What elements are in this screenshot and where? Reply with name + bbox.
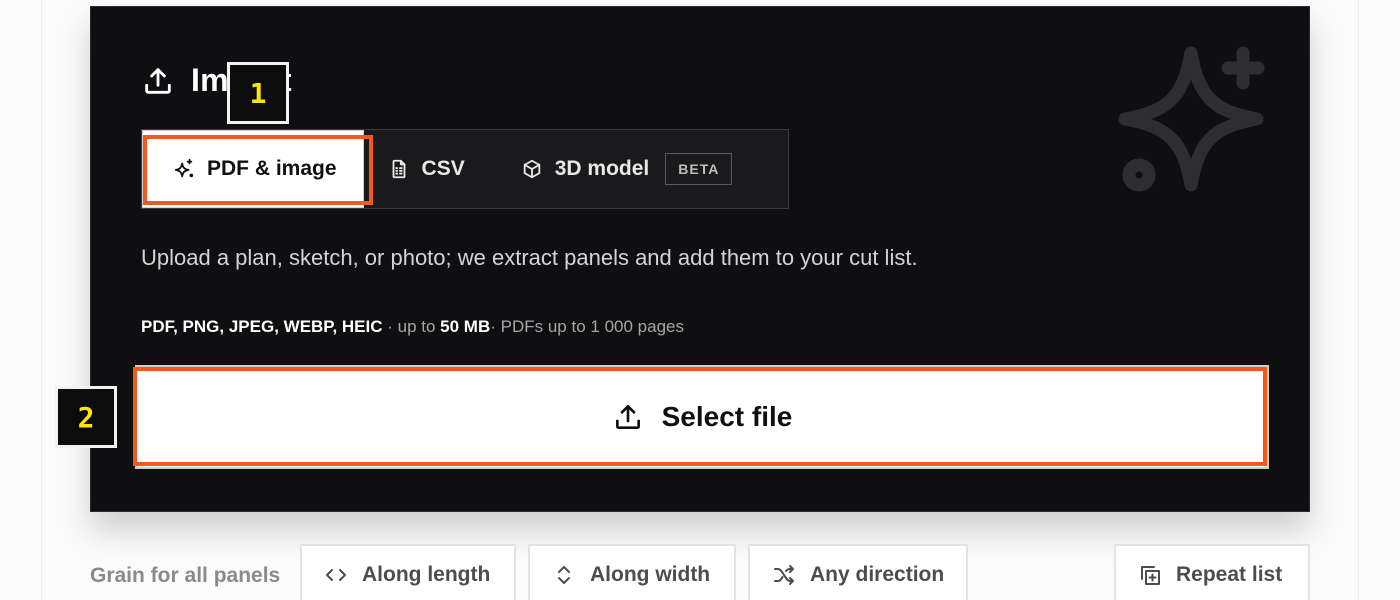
grain-along-length-label: Along length xyxy=(362,563,491,586)
repeat-list-button[interactable]: Repeat list xyxy=(1114,544,1310,600)
right-divider xyxy=(1358,0,1359,600)
format-info: PDF, PNG, JPEG, WEBP, HEIC · up to 50 MB… xyxy=(141,317,684,337)
grain-toolbar: Grain for all panels Along length Along … xyxy=(90,544,1310,600)
repeat-list-label: Repeat list xyxy=(1176,563,1283,586)
format-separator: · up to xyxy=(382,317,441,336)
cube-icon xyxy=(521,158,543,180)
tab-csv[interactable]: CSV xyxy=(364,130,495,208)
grain-label: Grain for all panels xyxy=(90,564,281,587)
select-file-button[interactable]: Select file xyxy=(135,365,1269,469)
annotation-marker-2: 2 xyxy=(55,386,117,448)
chevrons-up-down-icon xyxy=(552,563,576,587)
format-size: 50 MB xyxy=(440,317,491,336)
tab-pdf-image-label: PDF & image xyxy=(207,157,337,180)
code-brackets-icon xyxy=(324,563,348,587)
import-type-tabs: PDF & image CSV 3D model BETA xyxy=(141,129,789,209)
grain-along-length-button[interactable]: Along length xyxy=(300,544,516,600)
select-file-label: Select file xyxy=(661,401,793,432)
import-description: Upload a plan, sketch, or photo; we extr… xyxy=(141,245,918,270)
tab-csv-label: CSV xyxy=(421,157,465,180)
beta-badge: BETA xyxy=(665,153,733,185)
left-divider xyxy=(41,0,42,600)
grain-along-width-button[interactable]: Along width xyxy=(528,544,736,600)
annotation-marker-1: 1 xyxy=(227,62,289,124)
tab-3d-model-label: 3D model xyxy=(554,157,650,180)
format-types: PDF, PNG, JPEG, WEBP, HEIC xyxy=(141,317,383,336)
page: Import PDF & image xyxy=(0,0,1400,600)
tab-pdf-image[interactable]: PDF & image xyxy=(142,130,364,208)
format-pages: · PDFs up to 1 000 pages xyxy=(490,317,684,336)
grain-any-direction-button[interactable]: Any direction xyxy=(748,544,968,600)
shuffle-icon xyxy=(772,563,796,587)
csv-file-icon xyxy=(388,158,410,180)
sparkle-plus-icon xyxy=(1118,46,1265,192)
sparkles-icon xyxy=(173,158,195,180)
copy-plus-icon xyxy=(1138,563,1162,587)
upload-icon xyxy=(612,401,644,433)
tab-3d-model[interactable]: 3D model BETA xyxy=(495,130,733,208)
grain-along-width-label: Along width xyxy=(590,563,711,586)
grain-any-direction-label: Any direction xyxy=(810,563,945,586)
upload-icon xyxy=(141,64,175,98)
